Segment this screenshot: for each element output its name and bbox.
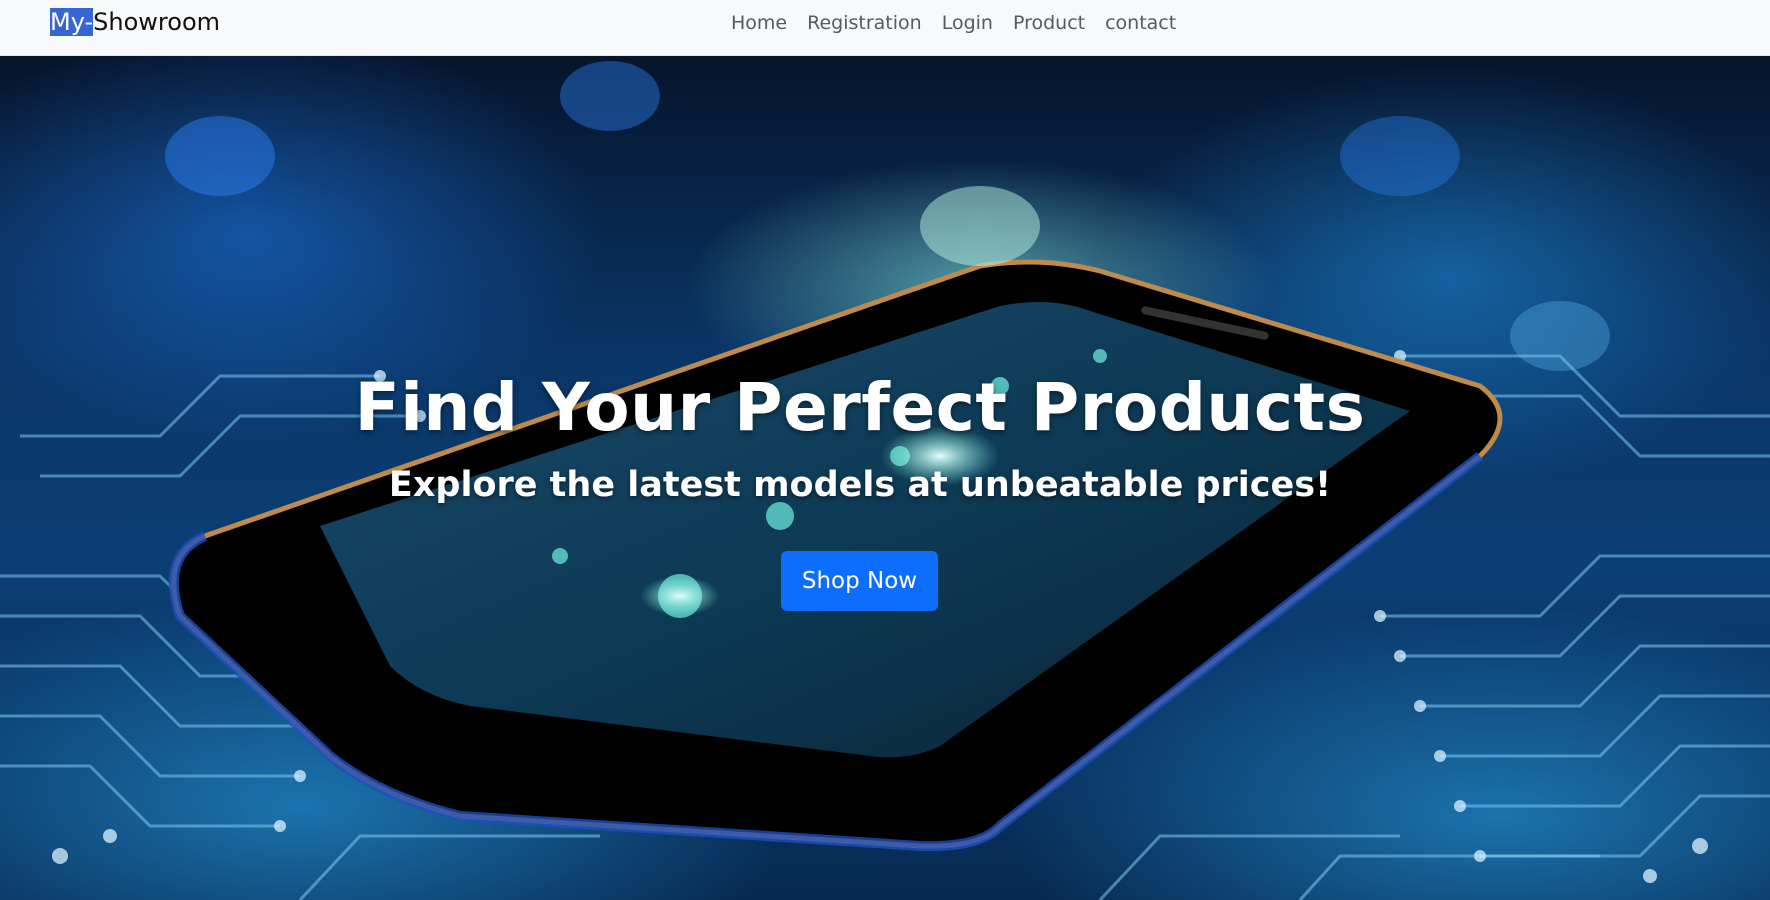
shop-now-button[interactable]: Shop Now [781,551,938,611]
hero-title: Find Your Perfect Products [354,369,1366,446]
nav-link-home[interactable]: Home [731,12,787,34]
hero-content: Find Your Perfect Products Explore the l… [0,56,1770,900]
nav-link-login[interactable]: Login [942,12,993,34]
navbar: My-Showroom Home Registration Login Prod… [0,0,1770,56]
nav-link-product[interactable]: Product [1013,12,1085,34]
nav-link-registration[interactable]: Registration [807,12,922,34]
nav-links: Home Registration Login Product contact [731,0,1176,46]
brand-highlight-text: My- [50,8,94,36]
nav-link-contact[interactable]: contact [1105,12,1176,34]
brand-rest-text: Showroom [93,8,220,36]
hero-subtitle: Explore the latest models at unbeatable … [388,465,1332,505]
brand-logo[interactable]: My-Showroom [50,4,220,40]
hero-section: Find Your Perfect Products Explore the l… [0,56,1770,900]
